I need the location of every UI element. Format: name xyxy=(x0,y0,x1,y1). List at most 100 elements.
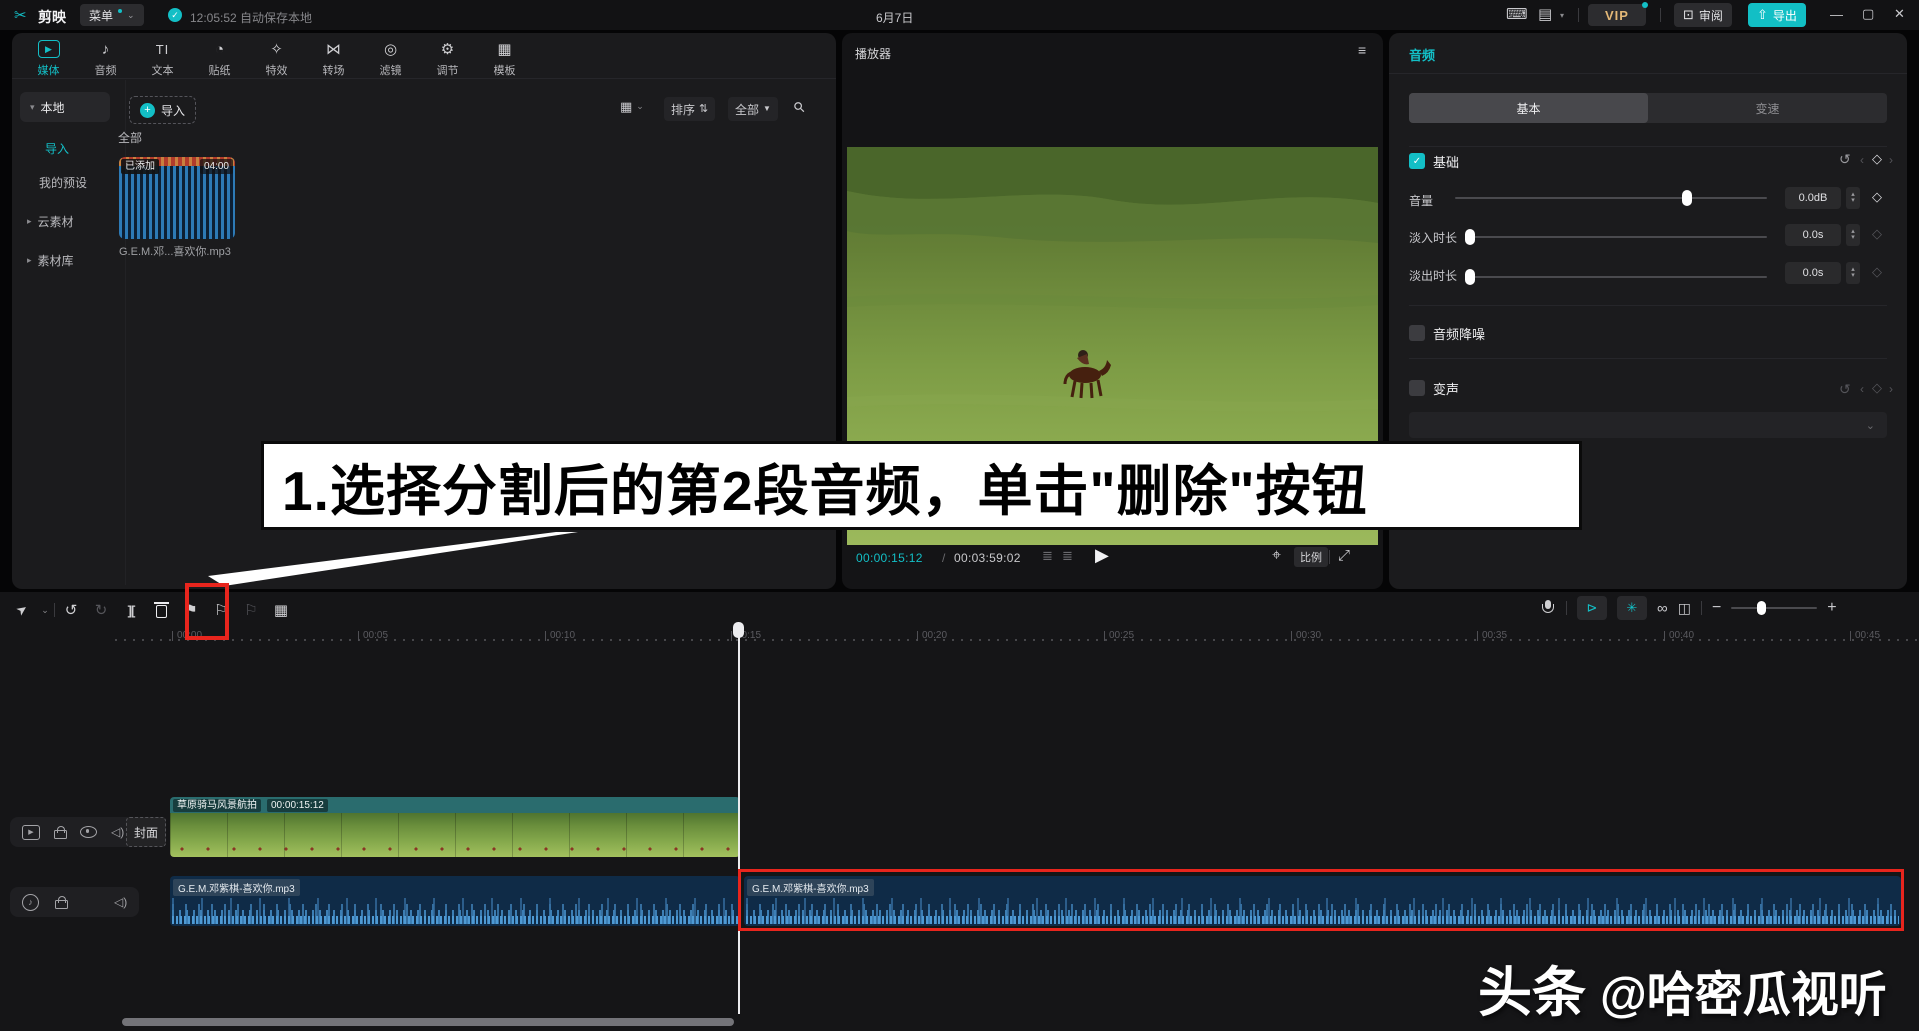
record-voiceover-icon[interactable] xyxy=(1540,600,1556,616)
keyboard-shortcuts-icon[interactable]: ⌨ xyxy=(1506,7,1528,22)
review-button[interactable]: ⊡ 审阅 xyxy=(1674,3,1732,27)
hamburger-menu-icon[interactable]: ≡ xyxy=(1358,43,1366,57)
play-button[interactable]: ▶ xyxy=(1095,545,1109,566)
tab-transition[interactable]: ⋈ 转场 xyxy=(305,33,362,78)
sidebar-item-presets[interactable]: 我的预设 xyxy=(39,174,87,191)
redo-icon[interactable]: ↻ xyxy=(87,596,115,624)
sidebar-item-import[interactable]: 导入 xyxy=(45,140,69,157)
add-marker-icon[interactable]: ⚐ xyxy=(207,596,235,624)
fade-out-stepper[interactable]: ▴ ▾ xyxy=(1846,262,1860,284)
freeze-frame-icon[interactable]: ▦ xyxy=(267,596,295,624)
keyframe-diamond-icon[interactable]: ◇ xyxy=(1872,380,1882,396)
app-logo-icon: ✂ xyxy=(14,6,27,24)
reset-icon[interactable]: ↺ xyxy=(1839,152,1851,166)
timeline-ruler[interactable]: 00:00 00:05 00:10 00:15 00:20 00:25 00:3… xyxy=(115,628,1919,648)
remove-marker-icon[interactable]: ⚐ xyxy=(237,596,265,624)
keyframe-next-icon[interactable]: › xyxy=(1889,153,1893,167)
tab-label: 模板 xyxy=(494,62,516,78)
fade-in-value[interactable]: 0.0s xyxy=(1785,224,1841,246)
main-track-split-icon[interactable]: ◫ xyxy=(1678,601,1691,615)
volume-slider-thumb[interactable] xyxy=(1682,190,1692,206)
cursor-caret-icon[interactable]: ⌄ xyxy=(38,596,52,624)
fade-out-keyframe-icon[interactable]: ◇ xyxy=(1872,264,1882,280)
import-media-button[interactable]: + 导入 xyxy=(129,96,196,124)
filter-button[interactable]: 全部 ▼ xyxy=(728,97,778,121)
view-mode-selector[interactable]: ▦ ⌄ xyxy=(620,100,644,113)
vip-badge[interactable]: VIP xyxy=(1588,4,1646,26)
aspect-ratio-button[interactable]: 比例 xyxy=(1294,547,1328,567)
zoom-in-icon[interactable]: + xyxy=(1827,600,1836,616)
fade-out-slider[interactable] xyxy=(1465,276,1767,278)
reset-icon[interactable]: ↺ xyxy=(1839,381,1851,398)
tab-effects[interactable]: ✧ 特效 xyxy=(248,33,305,78)
fade-in-keyframe-icon[interactable]: ◇ xyxy=(1872,226,1882,242)
maximize-button[interactable]: ▢ xyxy=(1862,7,1874,20)
search-icon[interactable]: ⚲ xyxy=(791,98,808,115)
select-cursor-icon[interactable]: ➤ xyxy=(3,591,42,630)
keyframe-prev-icon[interactable]: ‹ xyxy=(1860,153,1864,167)
tab-audio[interactable]: ♪ 音频 xyxy=(77,33,134,78)
media-item-thumbnail[interactable]: 已添加 04:00 xyxy=(119,157,235,239)
timeline-zoom-slider[interactable] xyxy=(1731,607,1817,609)
volume-stepper[interactable]: ▴ ▾ xyxy=(1846,187,1860,209)
tab-template[interactable]: ▦ 模板 xyxy=(476,33,533,78)
denoise-checkbox[interactable] xyxy=(1409,325,1425,341)
zoom-slider-thumb[interactable] xyxy=(1757,601,1766,615)
snap-toggle-icon[interactable]: ⊳ xyxy=(1577,596,1607,620)
tab-sticker[interactable]: ◔ 贴纸 xyxy=(191,33,248,78)
keyframe-next-icon[interactable]: › xyxy=(1889,382,1893,396)
fullscreen-icon[interactable]: ⤢ xyxy=(1338,548,1350,563)
keyframe-prev-icon[interactable]: ‹ xyxy=(1860,382,1864,396)
audio-clip-1[interactable]: G.E.M.邓紫棋-喜欢你.mp3 xyxy=(170,876,740,926)
tab-text[interactable]: TI 文本 xyxy=(134,33,191,78)
tab-adjust[interactable]: ⚙ 调节 xyxy=(419,33,476,78)
minimize-button[interactable]: — xyxy=(1830,8,1843,21)
sidebar-item-library[interactable]: ▸ 素材库 xyxy=(27,252,74,269)
visibility-icon[interactable] xyxy=(80,826,97,838)
volume-value[interactable]: 0.0dB xyxy=(1785,187,1841,209)
sort-button[interactable]: 排序 ⇅ xyxy=(664,97,715,121)
preview-axis-toggle-icon[interactable]: ✳ xyxy=(1617,596,1647,620)
delete-clip-icon[interactable] xyxy=(147,596,175,624)
fade-out-slider-thumb[interactable] xyxy=(1465,269,1475,285)
tab-media[interactable]: ▶ 媒体 xyxy=(20,33,77,78)
speaker-icon[interactable]: ◁) xyxy=(111,825,124,839)
fade-out-value[interactable]: 0.0s xyxy=(1785,262,1841,284)
video-clip[interactable]: 草原骑马风景航拍 00:00:15:12 xyxy=(170,797,740,857)
divider xyxy=(1409,146,1887,147)
audio-track-controls: ♪ ◁) xyxy=(10,887,139,917)
horizontal-scrollbar[interactable] xyxy=(122,1018,734,1026)
volume-keyframe-icon[interactable]: ◇ xyxy=(1872,189,1882,205)
tab-speed[interactable]: 变速 xyxy=(1648,93,1887,123)
fade-in-slider[interactable] xyxy=(1465,236,1767,238)
zoom-out-icon[interactable]: − xyxy=(1712,600,1721,616)
lock-icon[interactable] xyxy=(54,826,66,839)
volume-slider[interactable] xyxy=(1455,197,1767,199)
sidebar-item-cloud[interactable]: ▸ 云素材 xyxy=(27,213,74,230)
export-button-label: 导出 xyxy=(1773,7,1797,24)
link-clips-icon[interactable]: ∞ xyxy=(1657,601,1668,616)
audio-clip-2[interactable]: G.E.M.邓紫棋-喜欢你.mp3 xyxy=(744,876,1901,926)
fade-in-stepper[interactable]: ▴ ▾ xyxy=(1846,224,1860,246)
lock-icon[interactable] xyxy=(55,896,67,909)
sidebar-item-local[interactable]: ▾ 本地 xyxy=(20,92,110,122)
cover-button[interactable]: 封面 xyxy=(126,817,166,847)
close-button[interactable]: ✕ xyxy=(1894,7,1905,20)
keyframe-diamond-icon[interactable]: ◇ xyxy=(1872,151,1882,167)
layout-icon[interactable]: ▤ xyxy=(1538,7,1552,22)
speaker-icon[interactable]: ◁) xyxy=(114,895,127,909)
tab-basic[interactable]: 基本 xyxy=(1409,93,1648,123)
voice-change-checkbox[interactable] xyxy=(1409,380,1425,396)
basic-checkbox[interactable]: ✓ xyxy=(1409,153,1425,169)
tab-filter[interactable]: ◎ 滤镜 xyxy=(362,33,419,78)
split-clip-icon[interactable]: ][ xyxy=(117,596,145,624)
layout-caret-icon[interactable]: ▾ xyxy=(1560,11,1564,20)
preview-zoom-icon[interactable]: ⌖ xyxy=(1272,548,1281,564)
smart-marker-icon[interactable]: ⚑ xyxy=(177,596,205,624)
fade-in-slider-thumb[interactable] xyxy=(1465,229,1475,245)
undo-icon[interactable]: ↺ xyxy=(57,596,85,624)
voice-change-dropdown[interactable]: ⌄ xyxy=(1409,412,1887,438)
playhead-line[interactable] xyxy=(738,630,740,1014)
menu-button[interactable]: 菜单 ⌄ xyxy=(80,4,144,26)
export-button[interactable]: ⇧ 导出 xyxy=(1748,3,1806,27)
